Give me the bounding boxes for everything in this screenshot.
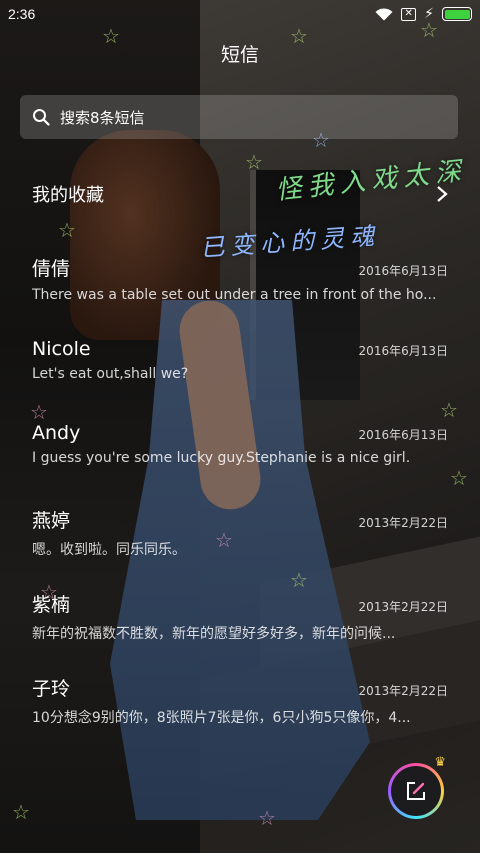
thread-contact-name: Andy <box>32 422 81 444</box>
thread-item[interactable]: 紫楠 2013年2月22日 新年的祝福数不胜数，新年的愿望好多好多，新年的问候.… <box>0 584 480 668</box>
thread-contact-name: 倩倩 <box>32 258 71 280</box>
crown-icon: ♛ <box>434 755 446 770</box>
thread-date: 2016年6月13日 <box>358 264 448 278</box>
star-icon: ☆ <box>12 800 30 824</box>
favorites-label: 我的收藏 <box>32 185 104 206</box>
thread-item[interactable]: Andy 2016年6月13日 I guess you're some luck… <box>0 416 480 500</box>
thread-contact-name: 燕婷 <box>32 510 71 532</box>
thread-list: 倩倩 2016年6月13日 There was a table set out … <box>0 248 480 752</box>
thread-date: 2013年2月22日 <box>358 600 448 614</box>
thread-date: 2016年6月13日 <box>358 344 448 358</box>
thread-preview: 10分想念9别的你，8张照片7张是你，6只小狗5只像你，4... <box>32 710 411 726</box>
thread-date: 2013年2月22日 <box>358 684 448 698</box>
battery-icon <box>442 7 472 21</box>
thread-preview: Let's eat out,shall we? <box>32 366 189 382</box>
sim-x-icon: ✕ <box>401 7 417 21</box>
thread-date: 2013年2月22日 <box>358 516 448 530</box>
thread-date: 2016年6月13日 <box>358 428 448 442</box>
status-bar: 2:36 ✕ ⚡ <box>0 0 480 28</box>
thread-preview: 嗯。收到啦。同乐同乐。 <box>32 542 186 558</box>
charging-bolt-icon: ⚡ <box>424 6 434 22</box>
thread-preview: 新年的祝福数不胜数，新年的愿望好多好多，新年的问候... <box>32 626 396 642</box>
thread-contact-name: Nicole <box>32 338 91 360</box>
thread-contact-name: 子玲 <box>32 678 71 700</box>
star-icon: ☆ <box>58 218 76 242</box>
search-bar[interactable]: 搜索8条短信 <box>20 95 458 139</box>
chevron-right-icon <box>437 186 448 202</box>
compose-button[interactable]: ♛ <box>388 755 446 819</box>
favorites-row[interactable]: 我的收藏 <box>0 168 480 220</box>
thread-item[interactable]: 燕婷 2013年2月22日 嗯。收到啦。同乐同乐。 <box>0 500 480 584</box>
compose-edit-icon <box>407 782 425 800</box>
thread-contact-name: 紫楠 <box>32 594 71 616</box>
thread-item[interactable]: 倩倩 2016年6月13日 There was a table set out … <box>0 248 480 332</box>
thread-item[interactable]: Nicole 2016年6月13日 Let's eat out,shall we… <box>0 332 480 416</box>
page-title: 短信 <box>220 44 259 66</box>
thread-preview: I guess you're some lucky guy.Stephanie … <box>32 450 411 466</box>
status-time: 2:36 <box>8 6 36 22</box>
search-icon <box>33 109 50 126</box>
wifi-icon <box>375 7 393 20</box>
search-placeholder: 搜索8条短信 <box>60 108 145 127</box>
thread-item[interactable]: 子玲 2013年2月22日 10分想念9别的你，8张照片7张是你，6只小狗5只像… <box>0 668 480 752</box>
thread-preview: There was a table set out under a tree i… <box>32 287 437 303</box>
star-icon: ☆ <box>258 806 276 830</box>
